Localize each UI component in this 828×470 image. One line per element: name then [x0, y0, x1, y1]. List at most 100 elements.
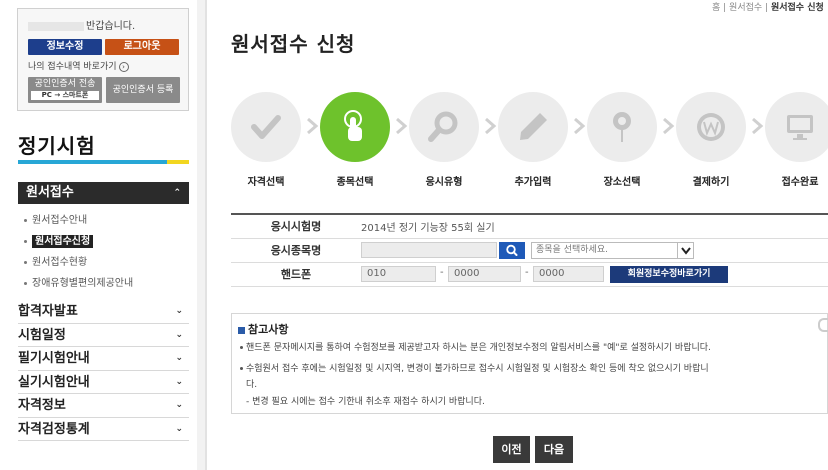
phone-label: 핸드폰 [280, 268, 312, 281]
edit-info-button[interactable]: 정보수정 [28, 39, 102, 55]
form-row-phone: 핸드폰 010 - 0000 - 0000 회원정보수정바로가기 [231, 263, 828, 287]
notice-line-text: 수험원서 접수 후에는 시험일정 및 시지역, 변경이 불가하므로 접수시 시험… [246, 364, 709, 374]
cert-send-sub: PC → 스마트폰 [31, 91, 99, 100]
step-label: 장소선택 [603, 177, 641, 188]
menu-schedule[interactable]: 시험일정 ⌄ [18, 324, 189, 347]
step-label: 응시유형 [425, 177, 463, 188]
step-circle [231, 92, 301, 162]
submenu-item-apply[interactable]: 원서접수신청 [24, 231, 189, 252]
chevron-down-icon: ⌄ [175, 423, 183, 434]
menu-apply-label: 원서접수 [26, 185, 74, 200]
section-title: 정기시험 [18, 134, 96, 158]
notice-line-cont: 다. [246, 380, 258, 390]
bullet-icon [240, 346, 243, 349]
step-circle [320, 92, 390, 162]
submenu-item-label: 원서접수현황 [32, 257, 88, 268]
notice-line-sub: - 변경 필요 시에는 접수 기한내 취소후 재접수 하시기 바랍니다. [246, 397, 485, 407]
section-title-bar [18, 160, 189, 164]
menu-written-exam[interactable]: 필기시험안내 ⌄ [18, 347, 189, 371]
chevron-right-icon [307, 117, 319, 135]
exam-name-value: 2014년 정기 기능장 55회 실기 [361, 223, 495, 234]
login-box: 반갑습니다. 정보수정 로그아웃 나의 접수내역 바로가기 › 공인인증서 전송 … [17, 8, 189, 111]
section-title-bar-accent [167, 160, 189, 164]
chevron-up-icon: ⌃ [173, 188, 181, 198]
prev-button[interactable]: 이전 [493, 436, 530, 463]
submenu-item-label: 원서접수안내 [32, 215, 88, 226]
subject-select-placeholder: 종목을 선택하세요. [536, 245, 608, 255]
step-circle [676, 92, 746, 162]
breadcrumb-apply[interactable]: 원서접수 [729, 3, 762, 13]
phone-last-input[interactable]: 0000 [533, 266, 604, 282]
ok-monitor-icon [787, 115, 813, 140]
menu-qualification-info[interactable]: 자격정보 ⌄ [18, 394, 189, 418]
submenu-item-label: 원서접수신청 [32, 235, 94, 248]
chevron-right-icon [396, 117, 408, 135]
chevron-right-icon: › [118, 61, 129, 72]
notice-line: 수험원서 접수 후에는 시험일정 및 시지역, 변경이 불가하므로 접수시 시험… [240, 361, 709, 374]
menu-results[interactable]: 합격자발표 ⌄ [18, 300, 189, 324]
scroll-handle[interactable] [818, 318, 828, 332]
breadcrumb-home[interactable]: 홈 [712, 3, 720, 13]
subject-select[interactable]: 종목을 선택하세요. [531, 242, 694, 259]
bullet-icon [24, 281, 27, 285]
chevron-down-icon: ⌄ [175, 306, 183, 316]
step-payment: 결제하기 [676, 92, 746, 188]
menu-statistics[interactable]: 자격검정통계 ⌄ [18, 418, 189, 441]
step-location: 장소선택 [587, 92, 657, 188]
menu-label: 자격정보 [18, 398, 66, 413]
pencil-icon [520, 113, 547, 140]
cert-send-button[interactable]: 공인인증서 전송 PC → 스마트폰 [28, 77, 102, 103]
bullet-icon [24, 260, 27, 264]
my-history-label: 나의 접수내역 바로가기 [28, 62, 117, 72]
form-row-subject: 응시종목명 종목을 선택하세요. [231, 239, 828, 263]
bullet-icon [240, 367, 243, 370]
next-button[interactable]: 다음 [535, 436, 573, 463]
chevron-right-icon [574, 117, 586, 135]
touch-icon [344, 110, 362, 141]
submenu-item-accessibility[interactable]: 장애유형별편의제공안내 [24, 273, 189, 294]
step-circle [587, 92, 657, 162]
step-qualification: 자격선택 [231, 92, 301, 188]
notice-line-text: 핸드폰 문자메시지를 통하여 수험정보를 제공받고자 하시는 분은 개인정보수정… [246, 343, 711, 353]
greeting: 반갑습니다. [28, 17, 183, 32]
member-info-edit-button[interactable]: 회원정보수정바로가기 [610, 266, 728, 283]
menu-label: 필기시험안내 [18, 351, 90, 366]
bullet-icon [24, 239, 27, 243]
step-label: 추가입력 [514, 177, 552, 188]
chevron-down-icon: ⌄ [175, 329, 183, 340]
square-bullet-icon [238, 326, 245, 334]
chevron-down-icon: ⌄ [175, 353, 183, 363]
submenu-item-guide[interactable]: 원서접수안내 [24, 210, 189, 231]
logout-button[interactable]: 로그아웃 [105, 39, 179, 55]
step-exam-type: 응시유형 [409, 92, 479, 188]
submenu-item-status[interactable]: 원서접수현황 [24, 252, 189, 273]
menu-label: 시험일정 [18, 327, 66, 343]
bullet-icon [24, 218, 27, 222]
phone-middle-input[interactable]: 0000 [448, 266, 521, 282]
chevron-down-icon [677, 243, 693, 258]
subject-label: 응시종목명 [270, 244, 322, 257]
sidebar-divider [205, 0, 207, 470]
location-pin-icon [613, 112, 631, 142]
step-subject: 종목선택 [320, 92, 390, 188]
chevron-right-icon [485, 117, 497, 135]
menu-list: 합격자발표 ⌄ 시험일정 ⌄ 필기시험안내 ⌄ 실기시험안내 ⌄ 자격정보 ⌄ 자격검정통… [18, 300, 189, 441]
submenu: 원서접수안내 원서접수신청 원서접수현황 장애유형별편의제공안내 [24, 210, 189, 294]
my-history-link[interactable]: 나의 접수내역 바로가기 › [28, 59, 129, 72]
phone-prefix-input[interactable]: 010 [361, 266, 436, 282]
check-icon [251, 115, 281, 139]
step-progress: 자격선택 종목선택 응시유형 추가입력 장소선택 결제하기 접수완료 [231, 92, 828, 192]
subject-search-input[interactable] [361, 242, 497, 258]
chevron-right-icon [752, 117, 764, 135]
chevron-right-icon [663, 117, 675, 135]
step-circle [765, 92, 828, 162]
menu-practical-exam[interactable]: 실기시험안내 ⌄ [18, 371, 189, 394]
menu-apply[interactable]: 원서접수 ⌃ [18, 182, 189, 204]
cert-register-button[interactable]: 공인인증서 등록 [106, 77, 180, 103]
menu-label: 합격자발표 [18, 304, 78, 319]
step-label: 자격선택 [247, 177, 285, 188]
subject-search-button[interactable] [499, 242, 525, 259]
step-label: 종목선택 [336, 177, 374, 188]
menu-label: 실기시험안내 [18, 374, 90, 390]
breadcrumb: 홈 | 원서접수 | 원서접수 신청 [712, 3, 824, 13]
